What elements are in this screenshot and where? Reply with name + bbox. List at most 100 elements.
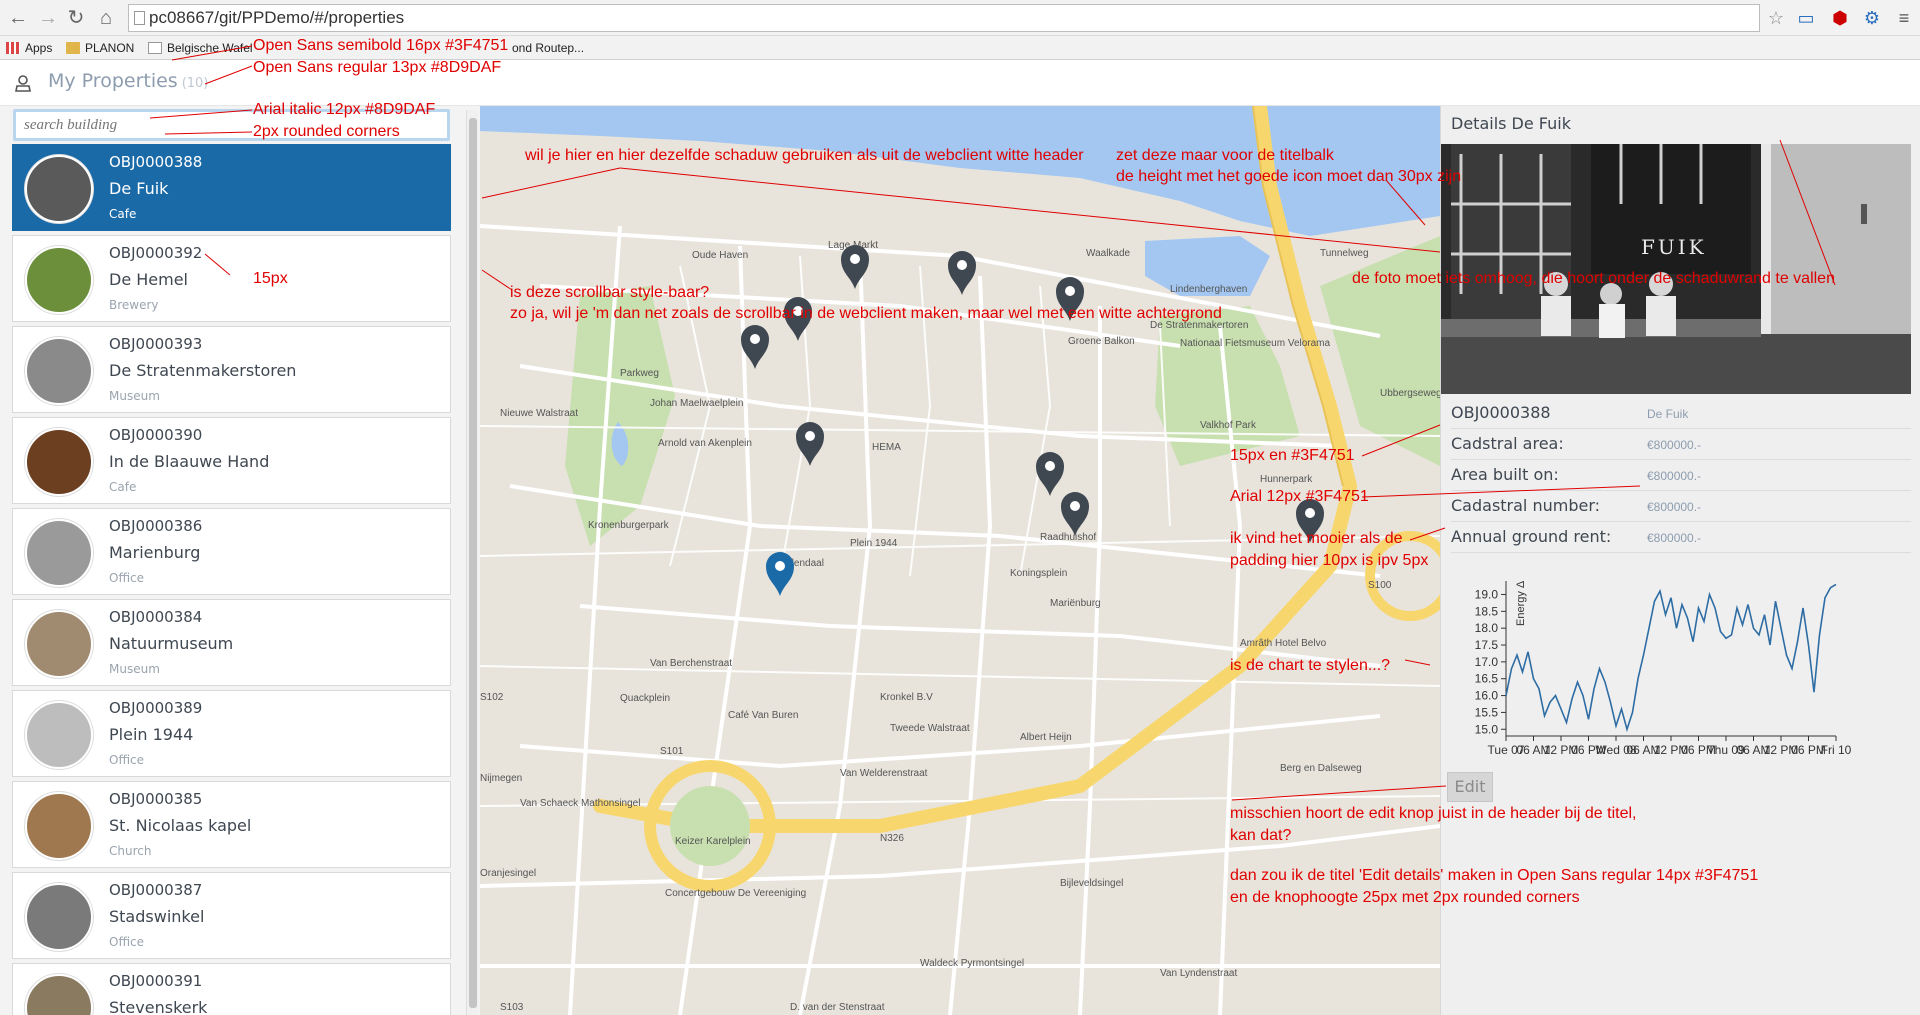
list-item[interactable]: OBJ0000388 De Fuik Cafe (12, 144, 451, 231)
property-name: De Hemel (109, 270, 188, 289)
apps-grid-icon (6, 42, 20, 54)
folder-icon (66, 42, 80, 54)
bookmark-wafel[interactable]: Belgische Wafel (148, 36, 253, 60)
annotation: 15px (253, 270, 288, 287)
map-label: Valkhof Park (1200, 420, 1257, 431)
map-marker[interactable] (841, 245, 869, 289)
property-name: Stevenskerk (109, 998, 208, 1015)
property-code: OBJ0000386 (109, 517, 203, 535)
list-item[interactable]: OBJ0000391 Stevenskerk (12, 963, 451, 1015)
x-tick-label: Fri 10 (1821, 743, 1852, 757)
property-type: Church (109, 844, 152, 858)
property-code: OBJ0000393 (109, 335, 203, 353)
property-type: Office (109, 935, 145, 949)
map-label: Waalkade (1086, 248, 1131, 259)
annotation: dan zou ik de titel 'Edit details' maken… (1230, 867, 1759, 884)
back-icon[interactable]: ← (6, 6, 30, 30)
property-name: Stadswinkel (109, 907, 205, 926)
list-item[interactable]: OBJ0000386 Marienburg Office (12, 508, 451, 595)
detail-row-cadastral-area: Cadstral area: €800000.- (1451, 430, 1911, 460)
map-marker-dot (1070, 501, 1080, 511)
map-label: Nationaal Fietsmuseum Velorama (1180, 338, 1331, 349)
bookmark-apps[interactable]: Apps (6, 36, 52, 60)
url-text: pc08667/git/PPDemo/#/properties (149, 8, 405, 27)
map-label: Lindenberghaven (1170, 284, 1247, 295)
roundabout-center (670, 786, 750, 866)
annotation: Open Sans regular 13px #8D9DAF (253, 59, 502, 76)
list-item[interactable]: OBJ0000387 Stadswinkel Office (12, 872, 451, 959)
detail-row-code: OBJ0000388 De Fuik (1451, 399, 1911, 429)
map-marker-dot (850, 254, 860, 264)
scrollbar-thumb[interactable] (469, 118, 477, 1008)
annotation: padding hier 10px is ipv 5px (1230, 552, 1429, 569)
map-label: Kronenburgerpark (588, 520, 670, 531)
annotation: Arial italic 12px #8D9DAF (253, 101, 436, 118)
page-icon (148, 42, 162, 54)
chart-y-label: Energy Δ (1515, 580, 1527, 626)
map-label: Arnold van Akenplein (658, 438, 752, 449)
property-code: OBJ0000391 (109, 972, 203, 990)
adblock-icon[interactable]: ⬢ (1830, 8, 1850, 28)
map-label: D. van der Stenstraat (790, 1002, 885, 1013)
detail-value: €800000.- (1647, 500, 1702, 514)
property-thumbnail (25, 337, 93, 405)
cast-icon[interactable]: ▭ (1796, 8, 1816, 28)
extension-icon[interactable]: ⚙ (1862, 8, 1882, 28)
edit-button[interactable]: Edit (1447, 772, 1493, 802)
list-item[interactable]: OBJ0000393 De Stratenmakerstoren Museum (12, 326, 451, 413)
list-item[interactable]: OBJ0000390 In de Blaauwe Hand Cafe (12, 417, 451, 504)
menu-icon[interactable]: ≡ (1894, 8, 1914, 28)
detail-label: Annual ground rent: (1451, 527, 1612, 546)
bookmark-planon[interactable]: PLANON (66, 36, 134, 60)
browser-toolbar: ← → ↻ ⌂ pc08667/git/PPDemo/#/properties … (0, 0, 1920, 36)
building-user-icon (15, 75, 31, 92)
list-scrollbar[interactable] (466, 110, 478, 1015)
property-thumbnail (25, 610, 93, 678)
home-icon[interactable]: ⌂ (94, 6, 118, 30)
y-tick-label: 18.0 (1475, 621, 1499, 635)
detail-row-area-built: Area built on: €800000.- (1451, 461, 1911, 491)
forward-icon[interactable]: → (36, 6, 60, 30)
map-label: Bijleveldsingel (1060, 878, 1123, 889)
map-marker-dot (750, 334, 760, 344)
detail-value: €800000.- (1647, 469, 1702, 483)
y-tick-label: 18.5 (1475, 604, 1499, 618)
bookmark-star-icon[interactable]: ☆ (1766, 8, 1786, 28)
list-item[interactable]: OBJ0000385 St. Nicolaas kapel Church (12, 781, 451, 868)
map-label: Groene Balkon (1068, 336, 1135, 347)
list-item[interactable]: OBJ0000392 De Hemel Brewery (12, 235, 451, 322)
map-label: S100 (1368, 580, 1392, 591)
address-bar[interactable]: pc08667/git/PPDemo/#/properties (128, 4, 1760, 32)
map-marker[interactable] (948, 251, 976, 295)
list-item[interactable]: OBJ0000384 Natuurmuseum Museum (12, 599, 451, 686)
map-marker[interactable] (766, 552, 794, 596)
bookmark-routeplanner[interactable]: ond Routep... (512, 36, 584, 60)
map-marker-dot (1065, 286, 1075, 296)
map-marker-dot (805, 431, 815, 441)
map-label: Quackplein (620, 693, 670, 704)
property-thumbnail (25, 701, 93, 769)
property-type: Museum (109, 662, 160, 676)
map-marker[interactable] (1036, 452, 1064, 496)
reload-icon[interactable]: ↻ (64, 6, 88, 30)
property-list: OBJ0000388 De Fuik Cafe OBJ0000392 De Hemel B… (12, 144, 452, 1015)
property-name: St. Nicolaas kapel (109, 816, 252, 835)
map-marker[interactable] (1061, 492, 1089, 536)
y-tick-label: 15.5 (1475, 705, 1499, 719)
map-label: S102 (480, 692, 504, 703)
map-label: Tunnelweg (1320, 248, 1369, 259)
annotation: de height met het goede icon moet dan 30… (1116, 168, 1462, 185)
property-code: OBJ0000388 (109, 153, 203, 171)
map-label: Johan Maelwaelplein (650, 398, 743, 409)
property-thumbnail (25, 519, 93, 587)
property-type: Cafe (109, 207, 137, 221)
detail-label: Cadastral number: (1451, 496, 1601, 515)
property-thumbnail (25, 246, 93, 314)
y-tick-label: 17.5 (1475, 638, 1499, 652)
property-name: Marienburg (109, 543, 201, 562)
map-label: Van Berchenstraat (650, 658, 732, 669)
annotation: wil je hier en hier dezelfde schaduw geb… (525, 147, 1084, 164)
list-item[interactable]: OBJ0000389 Plein 1944 Office (12, 690, 451, 777)
property-code: OBJ0000389 (109, 699, 203, 717)
map-label: S101 (660, 746, 684, 757)
